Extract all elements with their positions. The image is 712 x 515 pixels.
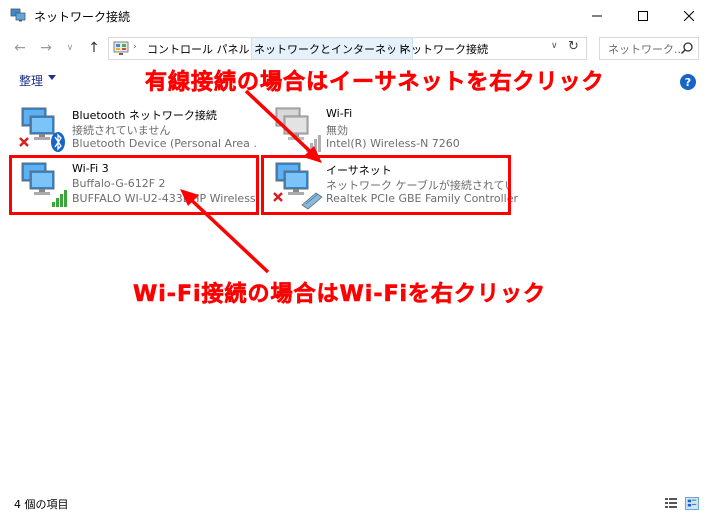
bluetooth-network-icon xyxy=(19,107,65,152)
connection-status: 無効 xyxy=(326,124,348,137)
title-bar: ネットワーク接続 xyxy=(0,0,712,32)
search-icon[interactable] xyxy=(680,41,694,55)
breadcrumb-control-panel[interactable]: コントロール パネル xyxy=(147,41,250,57)
up-button[interactable]: ↑ xyxy=(84,38,104,58)
status-bar: 4 個の項目 xyxy=(0,492,712,515)
search-input[interactable]: ネットワーク... xyxy=(599,37,699,60)
maximize-icon xyxy=(638,10,648,21)
wired-annotation-text: 有線接続の場合はイーサネットを右クリック xyxy=(145,70,605,96)
connection-status: 接続されていません xyxy=(72,124,171,137)
search-placeholder: ネットワーク... xyxy=(608,43,685,56)
wifi-3-highlight-box xyxy=(9,155,259,215)
control-panel-icon xyxy=(113,41,129,55)
connection-bluetooth[interactable]: Bluetooth ネットワーク接続 接続されていません Bluetooth D… xyxy=(14,106,259,154)
tiles-view-icon[interactable] xyxy=(685,497,699,510)
organize-menu[interactable]: 整理 xyxy=(19,72,43,89)
recent-locations-button[interactable]: ∨ xyxy=(60,38,80,58)
forward-button[interactable]: → xyxy=(36,38,56,58)
close-icon xyxy=(684,10,694,21)
connection-name: Bluetooth ネットワーク接続 xyxy=(72,109,217,122)
back-button[interactable]: ← xyxy=(10,38,30,58)
chevron-right-icon[interactable]: › xyxy=(388,42,392,58)
connection-name: Wi-Fi xyxy=(326,107,353,120)
arrow-left-icon: ← xyxy=(14,40,26,56)
organize-dropdown-icon[interactable] xyxy=(48,75,56,80)
window-title: ネットワーク接続 xyxy=(34,10,131,24)
close-button[interactable] xyxy=(666,0,712,31)
arrow-right-icon: → xyxy=(40,40,52,56)
minimize-button[interactable] xyxy=(574,0,620,31)
maximize-button[interactable] xyxy=(620,0,666,31)
breadcrumb-network-connections[interactable]: ネットワーク接続 xyxy=(400,41,488,57)
connection-wifi[interactable]: Wi-Fi 無効 Intel(R) Wireless-N 7260 xyxy=(268,106,513,154)
item-count: 4 個の項目 xyxy=(14,498,69,511)
address-bar[interactable]: › コントロール パネル › ネットワークとインターネット › ネットワーク接続… xyxy=(108,37,587,60)
wifi-annotation-text: Wi-Fi接続の場合はWi-Fiを右クリック xyxy=(133,282,547,308)
arrow-up-icon: ↑ xyxy=(88,40,100,56)
chevron-down-icon: ∨ xyxy=(66,43,74,53)
connection-device: Bluetooth Device (Personal Area ... xyxy=(72,137,257,150)
chevron-right-icon[interactable]: › xyxy=(133,42,137,58)
minimize-icon xyxy=(592,15,602,16)
chevron-right-icon[interactable]: › xyxy=(240,42,244,58)
help-icon[interactable]: ? xyxy=(680,74,696,90)
navigation-bar: ← → ∨ ↑ › コントロール パネル › ネットワークとインターネット › … xyxy=(0,32,712,64)
details-view-icon[interactable] xyxy=(664,497,678,510)
connection-device: Intel(R) Wireless-N 7260 xyxy=(326,137,460,150)
ethernet-highlight-box xyxy=(261,155,511,215)
network-connections-app-icon xyxy=(10,8,26,22)
wifi-disabled-network-icon xyxy=(275,107,321,152)
refresh-icon[interactable]: ↻ xyxy=(568,39,579,54)
address-history-chevron-down-icon[interactable]: ∨ xyxy=(551,41,558,51)
chevron-right-icon[interactable]: › xyxy=(485,42,489,58)
